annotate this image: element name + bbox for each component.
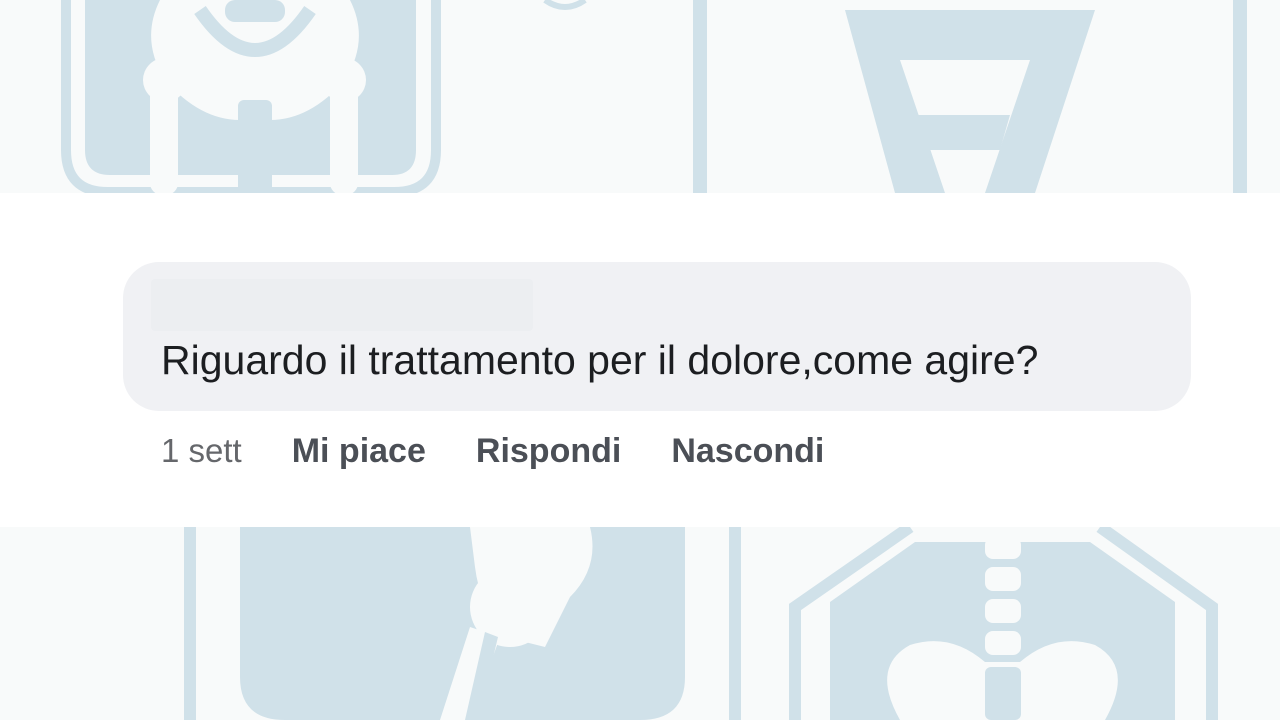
screen: Riguardo il trattamento per il dolore,co… (0, 0, 1280, 720)
comment-actions: 1 sett Mi piace Rispondi Nascondi (161, 428, 874, 474)
bone-icon (693, 0, 1247, 193)
comment-timestamp[interactable]: 1 sett (161, 432, 242, 470)
reply-button[interactable]: Rispondi (476, 432, 621, 471)
watermark-top-graphics (61, 0, 1247, 193)
decorative-shape (543, 0, 587, 10)
like-button[interactable]: Mi piace (292, 432, 426, 471)
comment-bubble: Riguardo il trattamento per il dolore,co… (123, 262, 1191, 411)
author-name-redacted[interactable] (151, 279, 533, 331)
comment-text: Riguardo il trattamento per il dolore,co… (161, 337, 1039, 383)
hide-button[interactable]: Nascondi (671, 432, 824, 471)
knee-joint-icon (184, 527, 741, 720)
pelvis-icon (61, 0, 441, 193)
background-watermark-top (0, 0, 1280, 193)
background-watermark-bottom (0, 527, 1280, 720)
spine-pelvis-icon (789, 527, 1218, 720)
watermark-bottom-graphics (184, 527, 1218, 720)
